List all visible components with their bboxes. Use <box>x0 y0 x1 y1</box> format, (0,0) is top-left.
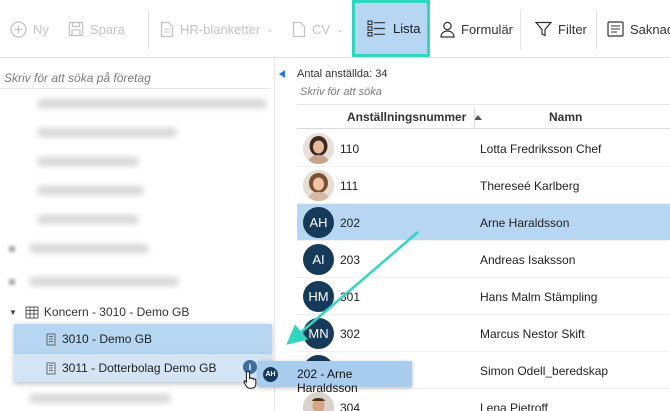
cv-label: CV <box>312 21 331 37</box>
employee-number: 111 <box>340 179 359 193</box>
employee-name: Arne Haraldsson <box>480 216 570 230</box>
blurred-tree-row <box>38 215 138 224</box>
list-view-inner: Lista <box>367 3 420 54</box>
person-photo-icon <box>303 133 334 164</box>
company-label: 3010 - Demo GB <box>62 332 153 346</box>
tree-item-company[interactable]: 3010 - Demo GB <box>14 324 272 354</box>
employee-count: Antal anställda: 34 <box>297 68 388 80</box>
column-header-number-label: Anställningsnummer <box>347 110 467 124</box>
caret-down-icon: ▼ <box>9 307 17 317</box>
employee-name: Hans Malm Stämpling <box>480 290 598 304</box>
missing-button[interactable]: Saknade <box>607 0 670 58</box>
document-icon <box>160 21 174 37</box>
list-view-label: Lista <box>393 21 421 36</box>
toolbar-divider <box>148 10 149 50</box>
avatar: HM <box>303 281 334 312</box>
table-row[interactable]: 111 Thereseé Karlberg <box>297 167 670 204</box>
koncern-label: Koncern - 3010 - Demo GB <box>43 305 190 319</box>
list-view-button[interactable]: Lista <box>352 0 430 57</box>
table-row[interactable]: HM 301 Hans Malm Stämpling <box>297 278 670 315</box>
toolbar: Ny Spara HR-blanketter ⌄ CV ⌄ Lista Form… <box>0 0 670 58</box>
list-icon <box>367 20 385 37</box>
avatar <box>303 133 334 164</box>
tree-bullet <box>9 246 15 252</box>
column-divider[interactable] <box>474 107 475 127</box>
tree-item-company[interactable]: 3011 - Dotterbolag Demo GB <box>14 354 272 382</box>
blurred-tree-row <box>30 394 170 403</box>
tree-item-koncern[interactable]: ▼ Koncern - 3010 - Demo GB <box>0 302 270 322</box>
grid-header: Anställningsnummer Namn <box>297 105 670 129</box>
form-view-button[interactable]: Formulär <box>440 0 513 58</box>
employee-number: 202 <box>340 216 361 230</box>
drag-avatar: AH <box>263 367 278 382</box>
employee-name: Andreas Isaksson <box>480 253 576 267</box>
new-button-label: Ny <box>33 21 49 37</box>
missing-list-icon <box>607 21 624 37</box>
hand-cursor-icon <box>243 370 257 389</box>
employee-name: Thereseé Karlberg <box>480 179 580 193</box>
tree-bullet <box>9 279 15 285</box>
company-search-input[interactable]: Skriv för att söka på företag <box>0 67 270 89</box>
avatar <box>303 170 334 201</box>
hr-forms-label: HR-blanketter <box>180 21 261 37</box>
cv-dropdown[interactable]: CV ⌄ <box>292 0 344 58</box>
missing-label: Saknade <box>630 21 670 37</box>
employee-name: Lotta Fredriksson Chef <box>480 142 602 156</box>
building-icon <box>46 333 56 345</box>
company-label: 3011 - Dotterbolag Demo GB <box>62 361 217 375</box>
filter-button[interactable]: Filter <box>535 0 587 58</box>
save-button[interactable]: Spara <box>68 0 125 58</box>
table-row-selected[interactable]: AH 202 Arne Haraldsson <box>297 204 670 241</box>
employee-name: Marcus Nestor Skift <box>480 327 585 341</box>
blurred-tree-row <box>38 99 266 108</box>
employee-number: 304 <box>340 401 361 411</box>
blurred-tree-row <box>38 128 176 137</box>
blurred-tree-row <box>38 186 143 195</box>
employee-name: Lena Pietroff <box>480 401 548 411</box>
column-header-number[interactable]: Anställningsnummer <box>347 105 483 129</box>
toolbar-divider <box>596 10 597 50</box>
employee-number: 110 <box>340 142 360 156</box>
plus-circle-icon <box>10 20 27 38</box>
table-row[interactable]: 110 Lotta Fredriksson Chef <box>297 130 670 167</box>
building-icon <box>25 306 39 318</box>
table-row[interactable]: AI 203 Andreas Isaksson <box>297 241 670 278</box>
column-header-name-label: Namn <box>549 110 583 124</box>
hr-forms-dropdown[interactable]: HR-blanketter ⌄ <box>160 0 274 58</box>
toolbar-divider <box>520 10 521 50</box>
form-view-label: Formulär <box>461 21 514 37</box>
drag-ghost: AH 202 - Arne Haraldsson <box>258 361 412 395</box>
employee-search-input[interactable]: Skriv för att söka <box>297 86 670 105</box>
employee-name: Simon Odell_beredskap <box>480 364 609 378</box>
chevron-down-icon: ⌄ <box>336 23 344 34</box>
filter-label: Filter <box>558 21 587 37</box>
save-button-label: Spara <box>90 21 125 37</box>
employee-number: 203 <box>340 253 361 267</box>
panel-divider[interactable] <box>274 58 275 411</box>
person-photo-icon <box>303 170 334 201</box>
collapse-panel-icon[interactable] <box>279 70 285 78</box>
employee-number: 302 <box>340 327 361 341</box>
sort-ascending-icon <box>474 114 483 120</box>
employee-number: 301 <box>340 290 361 304</box>
blurred-tree-row <box>30 277 178 286</box>
blurred-tree-row <box>38 157 138 166</box>
cv-document-icon <box>292 21 306 37</box>
save-icon <box>68 21 84 37</box>
avatar: MN <box>303 318 334 349</box>
avatar: AH <box>303 207 334 238</box>
column-header-name[interactable]: Namn <box>549 105 582 129</box>
new-button[interactable]: Ny <box>10 0 49 58</box>
filter-icon <box>535 21 552 37</box>
building-icon <box>46 362 56 374</box>
drag-label: 202 - Arne Haraldsson <box>297 367 358 395</box>
blurred-tree-row <box>30 244 148 253</box>
user-icon <box>440 21 455 38</box>
avatar: AI <box>303 244 334 275</box>
chevron-down-icon: ⌄ <box>266 23 274 34</box>
table-row[interactable]: MN 302 Marcus Nestor Skift <box>297 315 670 352</box>
